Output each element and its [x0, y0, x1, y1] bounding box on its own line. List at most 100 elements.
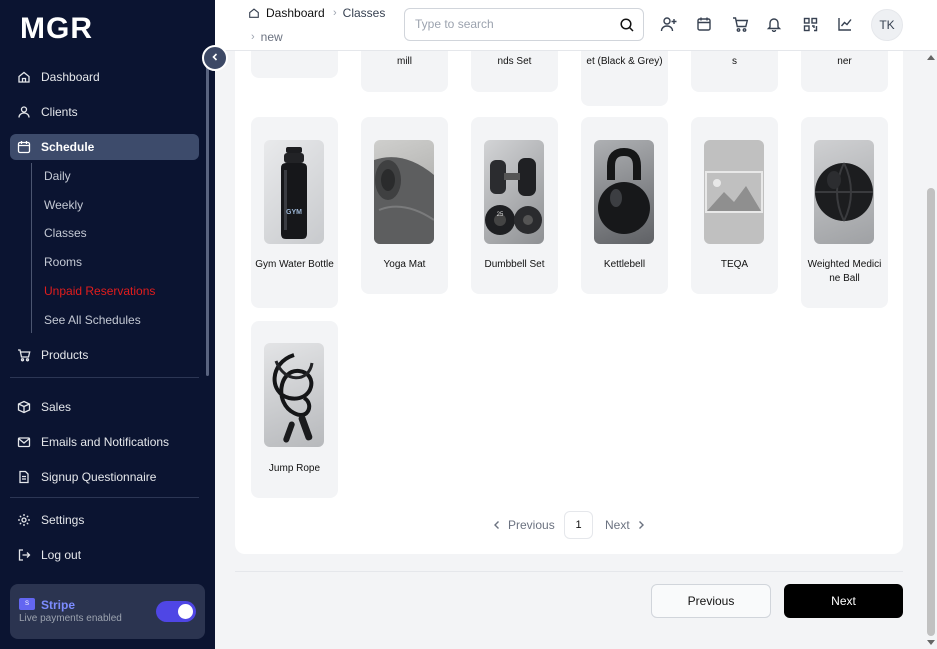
search-input[interactable] [415, 17, 605, 31]
previous-button[interactable]: Previous [651, 584, 771, 618]
product-card-yoga-mat[interactable]: Yoga Mat [361, 117, 448, 294]
cart-icon[interactable] [731, 15, 749, 33]
product-name: Gym Water Bottle [255, 259, 334, 270]
sidebar-item-products[interactable]: Products [10, 342, 199, 368]
pagination-previous-label: Previous [508, 518, 555, 532]
medicine-ball-image [814, 140, 874, 244]
home-icon [248, 7, 260, 19]
yoga-mat-image [374, 140, 434, 244]
search-box [404, 8, 644, 41]
analytics-chart-icon[interactable] [836, 15, 854, 33]
sidebar-subitem-unpaid-reservations[interactable]: Unpaid Reservations [44, 284, 155, 298]
breadcrumb-dashboard[interactable]: Dashboard [248, 6, 325, 20]
product-name: Yoga Mat [383, 259, 426, 270]
sidebar-scrollbar[interactable] [206, 60, 209, 376]
sidebar-item-sales[interactable]: Sales [10, 394, 199, 420]
stripe-subtitle: Live payments enabled [19, 613, 122, 624]
sidebar-item-settings[interactable]: Settings [10, 507, 199, 533]
sidebar-subitem-see-all-schedules[interactable]: See All Schedules [44, 313, 141, 327]
product-name: nds Set [497, 56, 532, 67]
add-user-icon[interactable] [660, 15, 678, 33]
stripe-logo-icon: S [19, 598, 35, 610]
mail-icon [17, 435, 31, 449]
pagination-page-button[interactable]: 1 [564, 511, 593, 539]
gear-icon [17, 513, 31, 527]
product-card-teqa[interactable]: TEQA [691, 117, 778, 294]
sidebar-item-label: Sales [41, 400, 72, 414]
product-name: s [732, 56, 737, 67]
sidebar-divider [10, 377, 199, 378]
user-icon [17, 105, 31, 119]
logout-icon [17, 548, 31, 562]
scroll-up-arrow-icon[interactable] [927, 55, 935, 60]
sidebar-item-dashboard[interactable]: Dashboard [10, 64, 199, 90]
stripe-title: Stripe [41, 598, 76, 612]
sidebar-item-clients[interactable]: Clients [10, 99, 199, 125]
app-logo: MGR [20, 12, 93, 45]
water-bottle-image: GYM [264, 140, 324, 244]
kettlebell-image [594, 140, 654, 244]
product-name: mill [397, 56, 412, 67]
product-card-gym-water-bottle[interactable]: GYM Gym Water Bottle [251, 117, 338, 308]
sidebar-divider [10, 497, 199, 498]
product-card-kettlebell[interactable]: Kettlebell [581, 117, 668, 294]
product-name: Kettlebell [603, 259, 646, 270]
home-icon [17, 70, 31, 84]
document-icon [17, 470, 31, 484]
chevron-right-icon [637, 520, 645, 530]
next-button[interactable]: Next [784, 584, 903, 618]
chevron-right-icon: › [333, 7, 337, 19]
bell-icon[interactable] [765, 15, 783, 33]
sidebar-subitem-classes[interactable]: Classes [44, 226, 87, 240]
sidebar: MGR Dashboard Clients Schedule Daily Wee… [0, 0, 215, 649]
submenu-line [31, 163, 32, 333]
search-icon[interactable] [619, 17, 635, 33]
product-card-weighted-medicine-ball[interactable]: Weighted Medicine Ball [801, 117, 888, 308]
sidebar-item-logout[interactable]: Log out [10, 542, 199, 568]
chevron-left-icon [210, 51, 220, 65]
scroll-down-arrow-icon[interactable] [927, 640, 935, 645]
dumbbells-image: 25 [484, 140, 544, 244]
qr-code-icon[interactable] [801, 15, 819, 33]
product-name: et (Black & Grey) [586, 56, 663, 67]
sidebar-item-label: Schedule [41, 140, 95, 154]
toggle-knob [178, 604, 193, 619]
breadcrumb-classes[interactable]: › Classes [333, 6, 385, 20]
chevron-right-icon: › [251, 31, 255, 43]
sidebar-item-emails[interactable]: Emails and Notifications [10, 429, 199, 455]
sidebar-item-label: Signup Questionnaire [41, 470, 157, 484]
sidebar-item-label: Settings [41, 513, 85, 527]
product-name: Dumbbell Set [484, 259, 545, 270]
product-card-jump-rope[interactable]: Jump Rope [251, 321, 338, 498]
calendar-icon[interactable] [695, 15, 713, 33]
box-icon [17, 400, 31, 414]
breadcrumb-label: Classes [342, 6, 386, 20]
svg-text:25: 25 [497, 212, 504, 218]
product-card-dumbbell-set[interactable]: 25 Dumbbell Set [471, 117, 558, 294]
stripe-card: S Stripe Live payments enabled [10, 584, 205, 639]
sidebar-subitem-daily[interactable]: Daily [44, 169, 71, 183]
user-avatar[interactable]: TK [871, 9, 903, 41]
sidebar-subitem-weekly[interactable]: Weekly [44, 198, 83, 212]
sidebar-subitem-rooms[interactable]: Rooms [44, 255, 82, 269]
sidebar-item-signup-questionnaire[interactable]: Signup Questionnaire [10, 464, 199, 490]
sidebar-item-label: Dashboard [41, 70, 100, 84]
breadcrumb-label: new [260, 30, 283, 44]
image-placeholder-icon [704, 140, 764, 244]
pagination-next[interactable]: Next [605, 518, 645, 532]
top-header: Dashboard › Classes › new TK [215, 0, 937, 51]
product-name: TEQA [720, 259, 749, 270]
cart-icon [17, 348, 31, 362]
chevron-left-icon [493, 520, 501, 530]
pagination-previous[interactable]: Previous [493, 518, 555, 532]
product-name: Jump Rope [268, 463, 321, 474]
sidebar-item-label: Clients [41, 105, 78, 119]
pagination-next-label: Next [605, 518, 630, 532]
sidebar-collapse-button[interactable] [202, 45, 228, 71]
product-name: ner [837, 56, 852, 67]
sidebar-item-schedule[interactable]: Schedule [10, 134, 199, 160]
footer-divider [235, 571, 903, 572]
page-scrollbar[interactable] [924, 51, 937, 649]
stripe-toggle[interactable] [156, 601, 196, 622]
scrollbar-thumb[interactable] [927, 188, 935, 636]
